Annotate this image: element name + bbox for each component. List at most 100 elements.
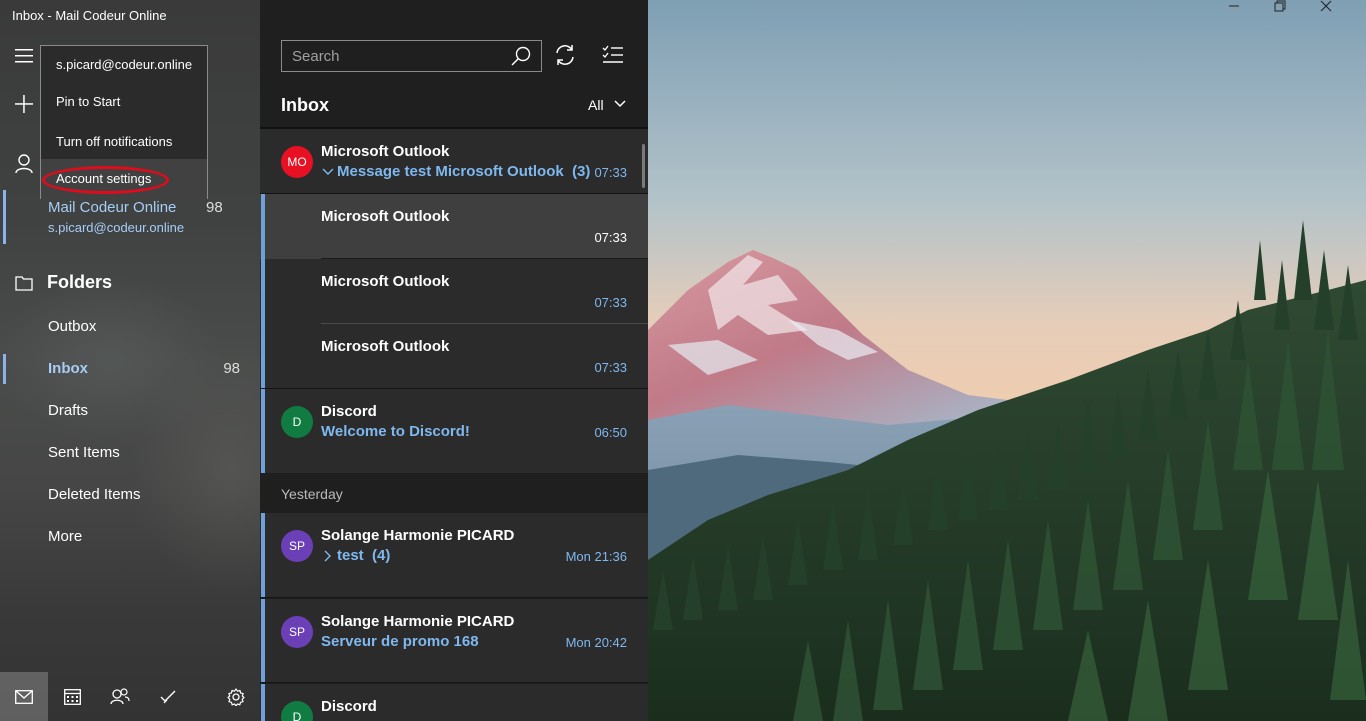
thread-count: (4) <box>372 547 391 564</box>
filter-dropdown[interactable]: All <box>588 97 604 113</box>
folder-more[interactable]: More <box>0 516 260 558</box>
message-item[interactable]: Microsoft Outlook 07:33 <box>260 324 648 389</box>
subject-text: test <box>337 547 364 564</box>
menu-item-account-settings[interactable]: Account settings <box>41 159 207 199</box>
avatar: D <box>281 701 313 721</box>
message-thread-item[interactable]: SP Solange Harmonie PICARD test (4) Mon … <box>260 513 648 598</box>
switch-to-people-button[interactable] <box>96 672 144 721</box>
folder-deleted-items[interactable]: Deleted Items <box>0 474 260 516</box>
person-icon <box>15 154 33 174</box>
subject-text: Message test Microsoft Outlook <box>337 163 564 180</box>
minimize-button[interactable] <box>1228 0 1274 32</box>
unread-indicator <box>261 389 265 473</box>
unread-indicator <box>261 259 265 324</box>
menu-item-label: s.picard@codeur.online <box>56 57 193 72</box>
menu-item-turn-off-notifications[interactable]: Turn off notifications <box>41 122 207 162</box>
search-icon[interactable] <box>511 46 531 66</box>
sync-icon[interactable] <box>554 44 576 66</box>
background-landscape-image <box>648 0 1366 721</box>
calendar-icon <box>63 689 81 705</box>
account-context-menu: s.picard@codeur.online Pin to Start Turn… <box>40 45 208 199</box>
mail-icon <box>15 689 33 704</box>
folders-heading[interactable]: Folders <box>47 272 112 293</box>
avatar: D <box>281 406 313 438</box>
thread-count: (3) <box>572 163 591 180</box>
account-name[interactable]: Mail Codeur Online <box>48 199 176 216</box>
window-title: Inbox - Mail Codeur Online <box>12 8 167 23</box>
message-time: Mon 20:42 <box>565 635 627 650</box>
message-sender: Microsoft Outlook <box>321 338 450 355</box>
minimize-icon <box>1229 5 1239 7</box>
people-icon <box>110 688 130 705</box>
unread-indicator <box>261 194 265 259</box>
switch-to-mail-button[interactable] <box>0 672 48 721</box>
menu-item-account[interactable]: s.picard@codeur.online <box>41 46 207 82</box>
scrollbar-thumb[interactable] <box>642 144 645 188</box>
todo-check-icon <box>160 690 176 703</box>
message-time: 07:33 <box>594 165 627 180</box>
menu-item-pin-to-start[interactable]: Pin to Start <box>41 82 207 122</box>
account-email[interactable]: s.picard@codeur.online <box>48 220 184 235</box>
reading-pane <box>648 0 1366 721</box>
menu-item-label: Pin to Start <box>56 94 121 109</box>
message-subject: Welcome to Discord! <box>321 423 470 440</box>
settings-button[interactable] <box>212 672 260 721</box>
unread-indicator <box>261 599 265 683</box>
menu-item-label: Account settings <box>56 171 152 186</box>
selection-mode-icon[interactable] <box>602 44 624 66</box>
folder-label: Sent Items <box>48 444 120 461</box>
chevron-right-icon[interactable] <box>321 549 335 563</box>
folder-sent-items[interactable]: Sent Items <box>0 432 260 474</box>
divider <box>260 597 648 598</box>
folder-icon <box>15 276 33 291</box>
menu-item-label: Turn off notifications <box>56 134 173 149</box>
chevron-down-icon[interactable] <box>612 96 628 112</box>
unread-indicator <box>261 324 265 389</box>
message-item[interactable]: Microsoft Outlook 07:33 <box>260 259 648 324</box>
switch-to-todo-button[interactable] <box>144 672 192 721</box>
divider <box>260 682 648 683</box>
message-sender: Microsoft Outlook <box>321 143 450 160</box>
restore-icon <box>1274 0 1286 12</box>
message-item[interactable]: D Discord Welcome to Discord! 06:50 <box>260 389 648 473</box>
folder-outbox[interactable]: Outbox <box>0 306 260 348</box>
message-item[interactable]: SP Solange Harmonie PICARD Serveur de pr… <box>260 599 648 683</box>
account-unread-count: 98 <box>206 199 223 216</box>
message-sender: Discord <box>321 403 377 420</box>
message-time: 07:33 <box>594 230 627 245</box>
folders-button[interactable] <box>0 263 48 303</box>
message-time: Mon 21:36 <box>565 549 627 564</box>
search-input[interactable]: Search <box>281 40 542 72</box>
message-time: 07:33 <box>594 295 627 310</box>
maximize-button[interactable] <box>1274 0 1320 32</box>
message-subject: Message test Microsoft Outlook (3) <box>337 163 590 180</box>
message-subject: test (4) <box>337 547 390 564</box>
unread-indicator <box>261 513 265 598</box>
message-time: 07:33 <box>594 360 627 375</box>
message-subject: Serveur de promo 168 <box>321 633 479 650</box>
chevron-down-icon[interactable] <box>321 165 335 179</box>
close-icon <box>1320 0 1332 12</box>
folder-drafts[interactable]: Drafts <box>0 390 260 432</box>
selected-indicator <box>3 354 6 384</box>
hamburger-icon <box>15 49 33 63</box>
message-time: 06:50 <box>594 425 627 440</box>
close-button[interactable] <box>1320 0 1366 32</box>
folder-inbox[interactable]: Inbox 98 <box>0 348 260 390</box>
plus-icon <box>15 95 33 113</box>
folder-label: Outbox <box>48 318 97 335</box>
message-list: MO Microsoft Outlook Message test Micros… <box>260 129 648 721</box>
account-selected-indicator <box>3 190 6 244</box>
message-list-pane: Search Inbox All MO Microsoft Outlook Me… <box>260 0 648 721</box>
message-thread-item[interactable]: MO Microsoft Outlook Message test Micros… <box>260 129 648 194</box>
message-item[interactable]: D Discord <box>260 684 648 721</box>
date-group-label: Yesterday <box>281 486 343 502</box>
message-item[interactable]: Microsoft Outlook 07:33 <box>260 194 648 259</box>
date-group-header: Yesterday <box>260 473 648 513</box>
message-sender: Discord <box>321 698 377 715</box>
gear-icon <box>227 687 245 706</box>
list-heading: Inbox <box>281 95 329 115</box>
search-placeholder: Search <box>292 48 340 65</box>
switch-to-calendar-button[interactable] <box>48 672 96 721</box>
folder-label: More <box>48 528 83 545</box>
